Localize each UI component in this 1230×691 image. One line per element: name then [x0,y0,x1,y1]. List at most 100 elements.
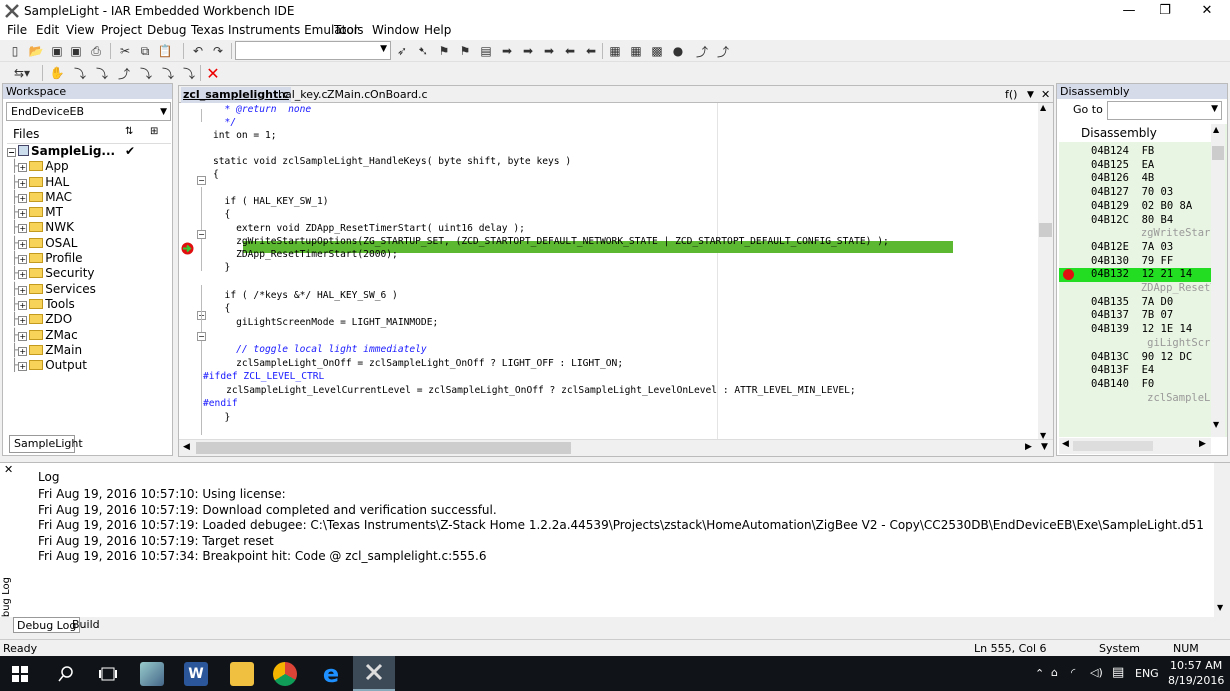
language-indicator[interactable]: ENG [1135,667,1159,680]
hscroll-thumb[interactable] [196,442,571,454]
step-over-icon[interactable]: ⤵ [71,64,89,82]
tab-onboard[interactable]: OnBoard.c [368,87,430,103]
prev-bookmark-icon[interactable]: ➡ [519,42,537,60]
expand-icon[interactable]: + [18,255,28,265]
code-line[interactable]: { [213,208,231,221]
code-line[interactable]: giLightScreenMode = LIGHT_MAINMODE; [213,316,438,329]
tree-folder[interactable]: ├+ App [7,159,171,174]
tree-folder[interactable]: ├+ MT [7,205,171,220]
expand-icon[interactable]: + [18,285,28,295]
next-statement-icon[interactable]: ⤵ [137,64,155,82]
editor-horizontal-scrollbar[interactable]: ◀ ▶ ▼ [179,439,1053,456]
step-into-icon[interactable]: ⤵ [93,64,111,82]
expand-icon[interactable]: + [18,300,28,310]
disassembly-row[interactable]: 04B13F E4 [1091,364,1154,378]
breakpoint-icon[interactable]: ● [669,42,687,60]
code-line[interactable]: if ( /*keys &*/ HAL_KEY_SW_6 ) [213,289,398,302]
disassembly-hscroll[interactable]: ◀ ▶ [1059,438,1211,454]
tree-folder[interactable]: ├+ OSAL [7,236,171,251]
network-icon[interactable]: ⌂ [1051,666,1058,679]
function-nav-button[interactable]: f() [1003,87,1019,103]
disassembly-row[interactable]: 04B126 4B [1091,172,1154,186]
clock-date[interactable]: 8/19/2016 [1168,674,1224,687]
disassembly-row[interactable]: 04B13C 90 12 DC [1091,351,1192,365]
code-line[interactable]: } [213,261,231,274]
bookmark-icon[interactable]: ▤ [477,42,495,60]
undo-icon[interactable]: ↶ [189,42,207,60]
make-icon[interactable]: ▦ [627,42,645,60]
code-line[interactable]: } [213,411,231,424]
code-line[interactable]: // toggle local light immediately [213,343,427,356]
compile-icon[interactable]: ▦ [606,42,624,60]
log-scrollbar[interactable]: ▼ [1214,463,1230,618]
find-in-files-icon[interactable]: ⚑ [435,42,453,60]
app-icon-explorer-note[interactable] [140,662,164,686]
scroll-thumb[interactable] [1039,223,1052,237]
stop-icon[interactable]: ✋ [48,64,66,82]
scroll-left-icon[interactable]: ◀ [1062,439,1069,449]
clock-time[interactable]: 10:57 AM [1170,659,1222,672]
scroll-down-icon[interactable]: ▼ [1217,603,1223,612]
code-line[interactable]: zclSampleLight_OnOff = zclSampleLight_On… [213,357,623,370]
menu-tools[interactable]: Tools [334,23,364,37]
scroll-right-end-icon[interactable]: ▼ [1041,442,1048,452]
chrome-icon[interactable] [273,662,297,686]
expand-icon[interactable]: + [18,163,28,173]
stop-build-icon[interactable]: ▩ [648,42,666,60]
code-line[interactable]: * @return none [213,103,312,116]
disassembly-row[interactable]: 04B12C 80 B4 [1091,214,1173,228]
disassembly-row[interactable]: 04B12E 7A 03 [1091,241,1173,255]
redo-icon[interactable]: ↷ [209,42,227,60]
expand-icon[interactable]: + [18,224,28,234]
workspace-tab-samplelight[interactable]: SampleLight [9,435,83,453]
disassembly-row[interactable]: 04B129 02 B0 8A [1091,200,1192,214]
tab-hal-key[interactable]: hal_key.c [276,87,330,103]
column-options-icon[interactable]: ⊞ [150,126,158,137]
scroll-left-icon[interactable]: ◀ [183,442,190,452]
code-line[interactable]: #ifdef ZCL_LEVEL_CTRL [203,370,324,383]
stop-debugging-icon[interactable]: ✕ [204,64,222,83]
code-line[interactable]: #endif [203,397,238,410]
menu-edit[interactable]: Edit [36,23,59,37]
code-line[interactable]: { [213,168,219,181]
menu-window[interactable]: Window [372,23,419,37]
close-log-icon[interactable]: ✕ [4,463,13,476]
tree-folder[interactable]: ├+ Tools [7,297,171,312]
expand-icon[interactable]: + [18,270,28,280]
collapse-icon[interactable]: − [7,148,16,157]
reset-dropdown-icon[interactable]: ⇆▾ [8,64,36,82]
code-line[interactable]: static void zclSampleLight_HandleKeys( b… [213,155,571,168]
tree-project[interactable]: − SampleLig... ✔ [7,144,171,159]
code-line[interactable]: zgWriteStartupOptions(ZG_STARTUP_SET, (Z… [213,235,889,248]
menu-view[interactable]: View [66,23,94,37]
tree-folder[interactable]: ├+ Services [7,282,171,297]
print-icon[interactable]: ⎙ [87,42,105,60]
menu-file[interactable]: File [7,23,27,37]
close-button[interactable]: ✕ [1184,0,1230,22]
code-area[interactable]: * @return none */int on = 1; static void … [179,103,1039,440]
iar-taskbar-button[interactable] [353,656,395,691]
breakpoint-icon[interactable] [1063,269,1074,281]
notification-icon[interactable]: ▤ [1112,665,1124,680]
save-icon[interactable]: ▣ [48,42,66,60]
disassembly-row[interactable]: 04B130 79 FF [1091,255,1173,269]
tree-folder[interactable]: ├+ HAL [7,175,171,190]
expand-icon[interactable]: + [18,209,28,219]
maximize-button[interactable]: ❐ [1142,0,1188,22]
code-line[interactable]: { [213,302,231,315]
code-line[interactable]: */ [213,116,237,129]
open-folder-icon[interactable]: 📂 [27,42,45,60]
go-icon[interactable]: ⤵ [180,64,198,82]
debug-without-download-icon[interactable]: ⤴ [714,42,732,60]
editor-vertical-scrollbar[interactable]: ▲ ▼ [1038,103,1053,440]
scroll-right-icon[interactable]: ▶ [1025,442,1032,452]
navigate-forward-icon[interactable]: ➡ [540,42,558,60]
close-tab-icon[interactable]: ✕ [1039,87,1052,103]
search-icon[interactable] [57,665,75,683]
goto-input[interactable]: ▼ [1107,101,1222,120]
expand-icon[interactable]: + [18,331,28,341]
word-icon[interactable]: W [184,662,208,686]
code-line[interactable]: int on = 1; [213,129,277,142]
download-debug-icon[interactable]: ⤴ [693,42,711,60]
tab-build[interactable]: Build [69,617,103,633]
